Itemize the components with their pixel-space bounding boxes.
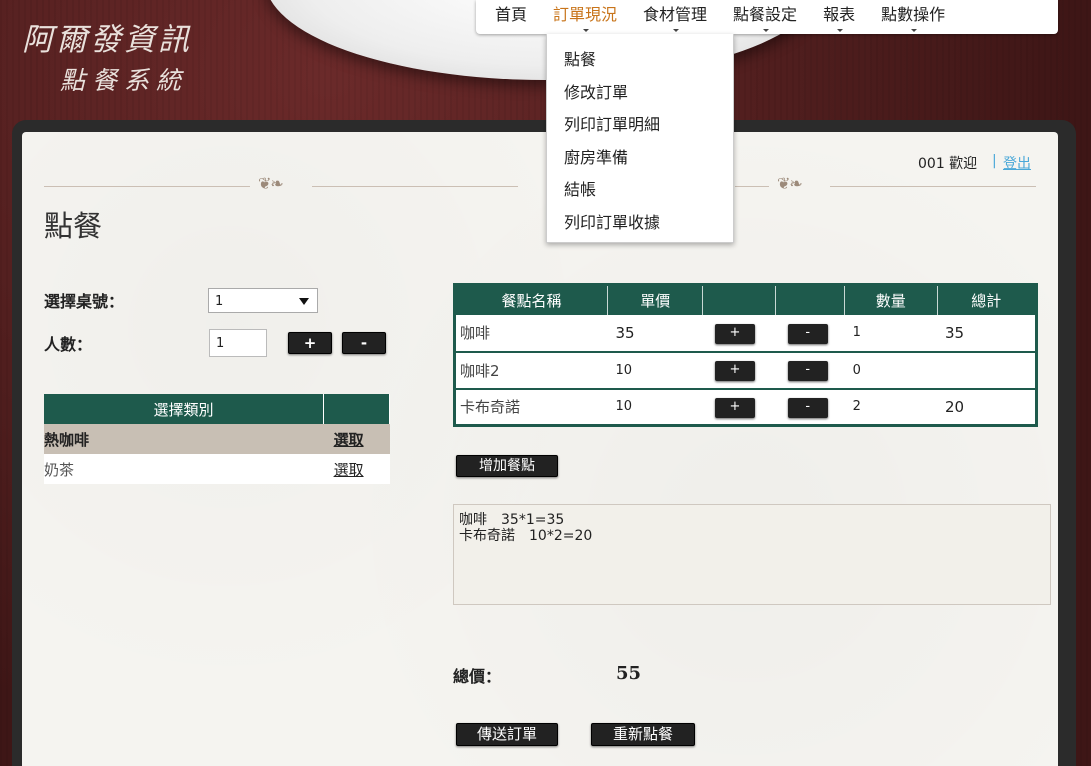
order-item-qty: 0	[844, 351, 938, 390]
order-item-total: 20	[937, 388, 1037, 427]
item-plus-button[interactable]: +	[714, 397, 755, 418]
header-divider	[44, 186, 250, 187]
caret-down-icon	[837, 29, 844, 32]
item-minus-button[interactable]: -	[787, 397, 828, 418]
col-header-minus	[775, 284, 846, 315]
dropdown-item-place-order[interactable]: 點餐	[547, 44, 733, 77]
dropdown-item-kitchen-prep[interactable]: 廚房準備	[547, 142, 733, 175]
order-item-price: 10	[607, 388, 703, 427]
order-item-total	[937, 351, 1037, 390]
nav-item-order-settings[interactable]: 點餐設定	[720, 0, 810, 34]
logo-system-name: 點餐系統	[60, 66, 189, 95]
category-name: 奶茶	[44, 460, 75, 479]
people-count-input[interactable]: 1	[209, 329, 267, 357]
table-row: 咖啡2 10 + - 0	[454, 351, 1037, 390]
caret-down-icon	[911, 29, 918, 32]
item-minus-button[interactable]: -	[787, 323, 828, 344]
category-table: 選擇類別 熱咖啡 選取 奶茶 選取	[44, 394, 390, 484]
table-number-select[interactable]: 1	[208, 288, 318, 313]
nav-item-reports[interactable]: 報表	[810, 0, 868, 34]
logout-link[interactable]: 登出	[1003, 153, 1031, 173]
page-title: 點餐	[44, 209, 103, 243]
app-logo: 阿爾發資訊 點餐系統	[22, 14, 192, 97]
item-plus-button[interactable]: +	[714, 323, 755, 344]
total-price-value: 55	[616, 663, 642, 684]
table-row: 卡布奇諾 10 + - 2 20	[454, 388, 1037, 427]
order-status-dropdown: 點餐 修改訂單 列印訂單明細 廚房準備 結帳 列印訂單收據	[546, 34, 734, 243]
table-row: 熱咖啡 選取	[44, 424, 390, 454]
people-minus-button[interactable]: -	[342, 332, 386, 354]
col-header-qty: 數量	[844, 284, 938, 315]
col-header-item: 餐點名稱	[454, 284, 608, 315]
people-count-label: 人數：	[44, 335, 93, 354]
order-item-name: 卡布奇諾	[454, 388, 608, 427]
caret-down-icon	[763, 29, 770, 32]
dropdown-item-print-details[interactable]: 列印訂單明細	[547, 109, 733, 142]
summary-line: 卡布奇諾 10*2=20	[459, 528, 593, 544]
header-divider	[830, 186, 1036, 187]
header-divider	[312, 186, 518, 187]
user-welcome: 001 歡迎	[918, 156, 978, 172]
order-item-name: 咖啡2	[454, 351, 608, 390]
order-item-name: 咖啡	[454, 314, 608, 353]
logo-company-name: 阿爾發資訊	[22, 22, 192, 58]
order-table: 餐點名稱 單價 數量 總計 咖啡 35 + - 1 35 咖啡2 10 + - …	[453, 283, 1038, 427]
nav-item-order-status[interactable]: 訂單現況	[540, 0, 630, 34]
col-header-total: 總計	[937, 284, 1038, 315]
caret-down-icon	[583, 29, 590, 32]
table-number-label: 選擇桌號：	[44, 292, 125, 311]
col-header-plus	[702, 284, 777, 315]
main-nav: 首頁 訂單現況 食材管理 點餐設定 報表 點數操作	[476, 0, 1058, 34]
caret-down-icon	[673, 29, 680, 32]
header-divider	[735, 186, 769, 187]
category-name: 熱咖啡	[44, 430, 90, 449]
nav-item-ingredients[interactable]: 食材管理	[630, 0, 720, 34]
order-item-price: 35	[607, 314, 703, 353]
category-header: 選擇類別	[44, 394, 325, 424]
item-minus-button[interactable]: -	[787, 361, 828, 381]
dropdown-arrow-icon	[299, 298, 309, 305]
dropdown-item-print-receipt[interactable]: 列印訂單收據	[547, 207, 733, 240]
order-item-price: 10	[607, 351, 703, 390]
logout-separator: |	[992, 153, 997, 169]
table-row: 咖啡 35 + - 1 35	[454, 314, 1037, 353]
dropdown-item-edit-order[interactable]: 修改訂單	[547, 77, 733, 110]
category-header-empty	[323, 394, 390, 424]
ornament-icon: ❦❧	[777, 174, 803, 193]
summary-line: 咖啡 35*1=35	[459, 512, 565, 528]
order-item-qty: 1	[844, 314, 938, 353]
submit-order-button[interactable]: 傳送訂單	[456, 723, 558, 746]
add-item-button[interactable]: 增加餐點	[456, 455, 558, 477]
nav-item-points[interactable]: 點數操作	[868, 0, 958, 34]
people-plus-button[interactable]: +	[288, 332, 332, 354]
order-item-total: 35	[937, 314, 1037, 353]
total-price-label: 總價：	[453, 667, 502, 686]
table-row: 奶茶 選取	[44, 454, 390, 484]
category-select-link[interactable]: 選取	[324, 454, 390, 484]
col-header-price: 單價	[607, 284, 704, 315]
order-item-qty: 2	[844, 388, 938, 427]
reset-order-button[interactable]: 重新點餐	[591, 723, 695, 746]
table-number-value: 1	[215, 294, 224, 309]
item-plus-button[interactable]: +	[714, 361, 755, 381]
order-summary-box[interactable]: 咖啡 35*1=35 卡布奇諾 10*2=20	[453, 504, 1051, 605]
category-select-link[interactable]: 選取	[324, 424, 390, 454]
dropdown-item-checkout[interactable]: 結帳	[547, 174, 733, 207]
ornament-icon: ❦❧	[258, 174, 284, 193]
nav-item-home[interactable]: 首頁	[482, 0, 540, 34]
